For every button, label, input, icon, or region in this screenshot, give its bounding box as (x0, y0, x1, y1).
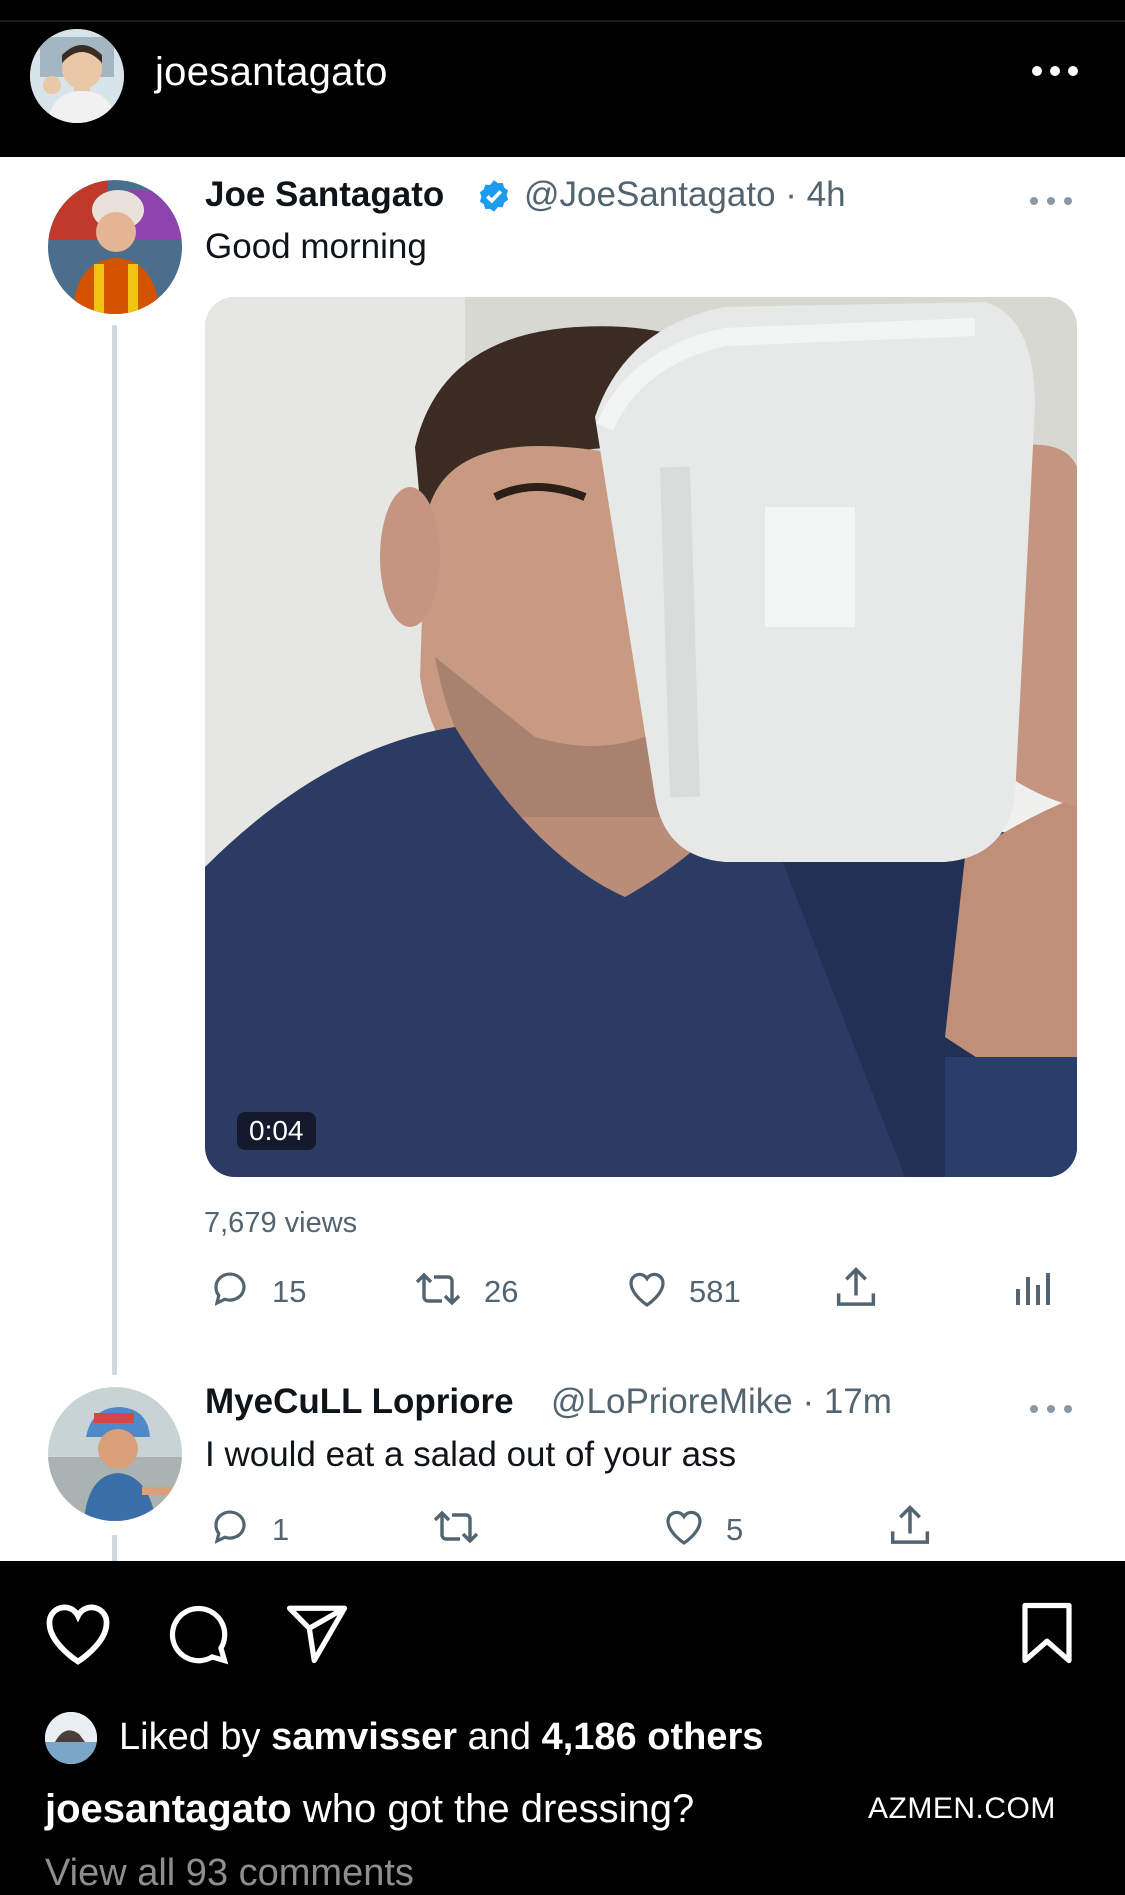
liker-avatar (45, 1711, 97, 1764)
thread-line (112, 325, 117, 1375)
tweet-author-avatar[interactable] (48, 180, 182, 314)
reply-count: 15 (272, 1273, 307, 1309)
watermark: AZMEN.COM (868, 1792, 1056, 1825)
liked-others[interactable]: 4,186 others (542, 1716, 764, 1759)
retweet-icon (410, 1265, 466, 1318)
reply-count: 1 (272, 1511, 290, 1547)
analytics-icon (1012, 1265, 1052, 1318)
likes-summary[interactable]: Liked by samvisser and 4,186 others (45, 1710, 763, 1765)
reply-handle-time[interactable]: @LoPrioreMike · 17m (551, 1382, 892, 1422)
liked-and: and (467, 1716, 532, 1758)
share-icon (884, 1501, 936, 1558)
verified-icon (476, 178, 512, 219)
tweet-author-name[interactable]: Joe Santagato (205, 175, 444, 215)
like-icon (623, 1265, 671, 1318)
share-button[interactable] (830, 1263, 882, 1320)
reply-icon (206, 1503, 254, 1556)
reply-button[interactable]: 1 (206, 1503, 289, 1556)
liked-prefix: Liked by (119, 1716, 261, 1758)
comment-icon[interactable] (164, 1600, 230, 1671)
tweet-handle-time[interactable]: @JoeSantagato · 4h (524, 175, 846, 215)
reply-text: I would eat a salad out of your ass (205, 1435, 737, 1474)
analytics-button[interactable] (1012, 1265, 1052, 1318)
reply-icon (206, 1265, 254, 1318)
view-count: 7,679 views (204, 1207, 358, 1239)
like-button[interactable]: 581 (623, 1265, 741, 1318)
divider (0, 20, 1125, 22)
retweet-icon (428, 1503, 484, 1556)
more-horizontal-icon[interactable] (1030, 64, 1080, 82)
caption-text: who got the dressing? (302, 1787, 695, 1831)
post-username[interactable]: joesantagato (155, 50, 388, 95)
reply-author-avatar[interactable] (48, 1387, 182, 1521)
more-horizontal-icon[interactable] (1029, 1401, 1073, 1419)
liked-user[interactable]: samvisser (271, 1716, 457, 1759)
post-header: joesantagato (0, 0, 1125, 157)
share-button[interactable] (884, 1501, 936, 1558)
heart-icon[interactable] (42, 1600, 114, 1671)
tweet-text: Good morning (205, 227, 427, 266)
retweet-button[interactable]: 26 (410, 1265, 518, 1318)
caption-username[interactable]: joesantagato (45, 1787, 292, 1831)
like-icon (660, 1503, 708, 1556)
share-icon (830, 1263, 882, 1320)
like-count: 581 (689, 1273, 741, 1309)
retweet-button[interactable] (428, 1503, 484, 1556)
thread-line (112, 1535, 117, 1561)
like-button[interactable]: 5 (660, 1503, 743, 1556)
reply-button[interactable]: 15 (206, 1265, 306, 1318)
retweet-count: 26 (484, 1273, 519, 1309)
tweet-screenshot: Joe Santagato @JoeSantagato · 4h Good mo… (0, 157, 1125, 1561)
like-count: 5 (726, 1511, 744, 1547)
post-actions (0, 1600, 1125, 1670)
post-caption: joesantagato who got the dressing? (45, 1787, 694, 1832)
view-comments-link[interactable]: View all 93 comments (45, 1852, 414, 1895)
reply-author-name[interactable]: MyeCuLL Lopriore (205, 1382, 514, 1422)
video-duration: 0:04 (237, 1112, 316, 1150)
tweet-video[interactable]: 0:04 (205, 297, 1077, 1177)
profile-avatar[interactable] (30, 29, 124, 123)
send-icon[interactable] (282, 1600, 352, 1671)
more-horizontal-icon[interactable] (1029, 193, 1073, 211)
bookmark-icon[interactable] (1018, 1600, 1076, 1671)
